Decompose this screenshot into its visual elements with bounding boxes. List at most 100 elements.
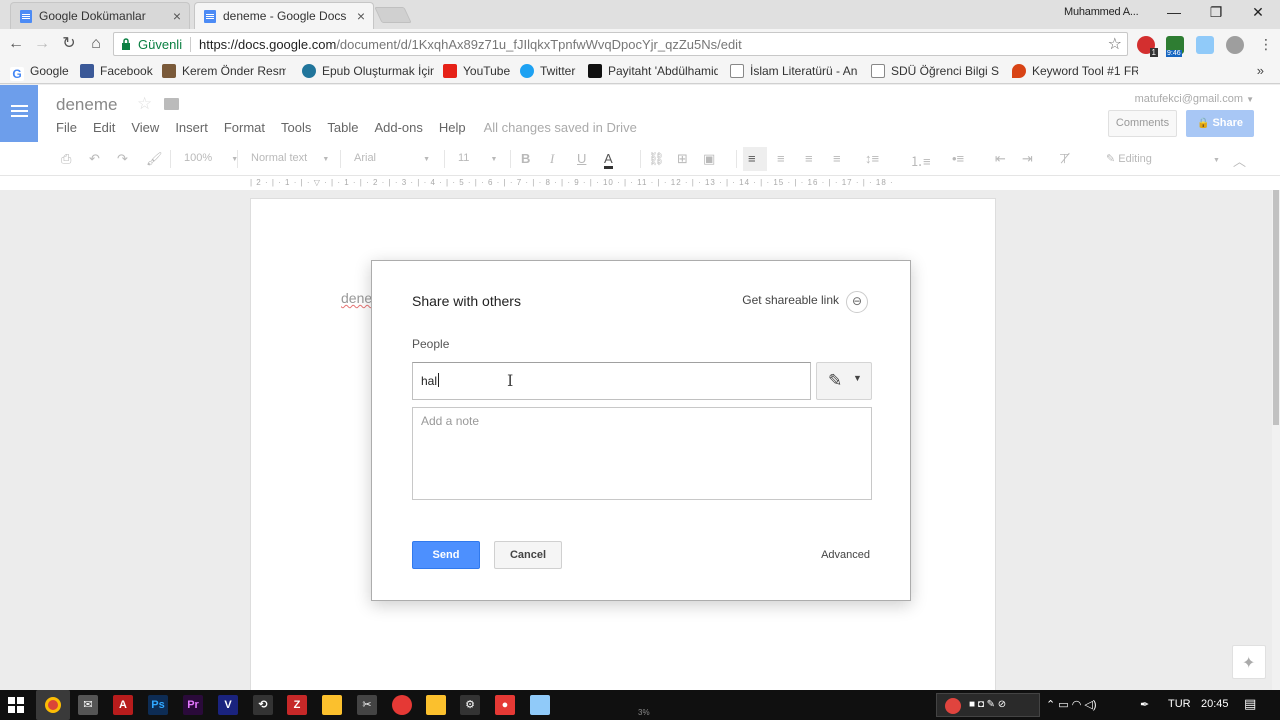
print-icon[interactable]: ⎙ [61, 151, 71, 167]
notifications-icon[interactable]: ▤ [1244, 696, 1256, 712]
bookmark-islam-literaturu[interactable]: İslam Literatürü - Ana [730, 64, 858, 78]
menu-edit[interactable]: Edit [93, 120, 115, 135]
collapse-toolbar-icon[interactable]: ︿ [1233, 151, 1246, 170]
send-button[interactable]: Send [412, 541, 480, 569]
tray-icons[interactable]: ⌃ ▭ ◠ ◁) [1046, 698, 1097, 711]
language-indicator[interactable]: TUR [1168, 698, 1191, 710]
align-left-icon[interactable]: ≡ [748, 151, 756, 166]
bookmark-google[interactable]: G Google [10, 64, 69, 81]
undo-icon[interactable]: ↶ [89, 151, 100, 167]
menu-format[interactable]: Format [224, 120, 265, 135]
url-text[interactable]: https://docs.google.com/document/d/1Kxqh… [199, 37, 742, 52]
clock[interactable]: 20:45 [1201, 698, 1229, 710]
ruler[interactable]: | 2 · | · 1 · | · ▽ · | · 1 · | · 2 · | … [250, 178, 996, 188]
restore-icon[interactable]: ❐ [1196, 4, 1236, 21]
minimize-icon[interactable]: — [1154, 4, 1194, 20]
menu-insert[interactable]: Insert [175, 120, 208, 135]
docs-home-button[interactable] [0, 85, 38, 142]
mail-icon[interactable]: ✉ [78, 695, 98, 715]
premiere-icon[interactable]: Pr [183, 695, 203, 715]
text-color-icon[interactable]: A [604, 151, 613, 169]
sticky-notes-icon[interactable] [322, 695, 342, 715]
menu-tools[interactable]: Tools [281, 120, 311, 135]
menu-file[interactable]: File [56, 120, 77, 135]
link-icon[interactable]: ⛓ [648, 151, 665, 167]
chrome-profile-name[interactable]: Muhammed A... [1064, 6, 1139, 18]
add-comment-icon[interactable]: ⊞ [677, 151, 688, 167]
app-icon[interactable] [392, 695, 412, 715]
app-icon[interactable]: ● [495, 695, 515, 715]
recorder-controls[interactable]: ■ ◘ ✎ ⊘ [936, 693, 1040, 717]
justify-icon[interactable]: ≡ [833, 151, 841, 166]
opera-extension-icon[interactable]: 1 [1137, 36, 1158, 57]
close-icon[interactable]: × [173, 3, 181, 30]
new-tab-button[interactable] [374, 7, 412, 23]
font-size-select[interactable]: 11 ▼ [458, 152, 497, 164]
share-button[interactable]: 🔒 Share [1186, 110, 1254, 137]
account-email[interactable]: matufekci@gmail.com ▼ [1135, 93, 1254, 105]
bold-icon[interactable]: B [521, 151, 530, 166]
cancel-button[interactable]: Cancel [494, 541, 562, 569]
style-select[interactable]: Normal text ▼ [251, 152, 329, 164]
decrease-indent-icon[interactable]: ⇤ [995, 151, 1006, 167]
bookmark-twitter[interactable]: Twitter [520, 64, 575, 78]
app-icon[interactable] [530, 695, 550, 715]
advanced-link[interactable]: Advanced [821, 549, 870, 561]
star-icon[interactable]: ☆ [137, 94, 152, 114]
clear-formatting-icon[interactable]: ⊤̸ [1059, 151, 1070, 167]
extension-icon[interactable] [1196, 36, 1214, 54]
insert-image-icon[interactable]: ▣ [703, 151, 715, 167]
paint-format-icon[interactable]: 🖌 [146, 151, 163, 167]
extension-icon[interactable] [1226, 36, 1244, 54]
document-title[interactable]: deneme [56, 95, 117, 115]
people-input[interactable] [412, 362, 811, 400]
record-pause-icon[interactable] [945, 698, 961, 714]
address-bar[interactable]: Güvenli https://docs.google.com/document… [113, 32, 1128, 56]
scrollbar-thumb[interactable] [1273, 190, 1279, 425]
bookmark-facebook[interactable]: Facebook [80, 64, 153, 78]
permission-dropdown[interactable]: ✎ ▼ [816, 362, 872, 400]
chevron-more-icon[interactable]: » [1257, 63, 1264, 78]
bulleted-list-icon[interactable]: •≡ [952, 151, 964, 166]
bookmark-kerem-onder[interactable]: Kerem Önder Resmi [162, 64, 286, 78]
file-explorer-icon[interactable] [426, 695, 446, 715]
note-textarea[interactable] [412, 407, 872, 500]
vertical-scrollbar[interactable] [1272, 190, 1280, 690]
line-spacing-icon[interactable]: ↕≡ [865, 151, 879, 166]
taskbar-chrome[interactable] [36, 690, 70, 720]
bookmark-payitaht[interactable]: Payitaht 'Abdülhamid [588, 64, 718, 78]
menu-help[interactable]: Help [439, 120, 466, 135]
filezilla-icon[interactable]: Z [287, 695, 307, 715]
save-status[interactable]: All changes saved in Drive [484, 120, 637, 135]
bookmark-star-icon[interactable]: ☆ [1108, 34, 1122, 54]
explore-button[interactable]: ✦ [1232, 645, 1266, 679]
increase-indent-icon[interactable]: ⇥ [1022, 151, 1033, 167]
back-icon[interactable]: ← [6, 34, 26, 54]
forward-icon[interactable]: → [32, 34, 52, 54]
acrobat-icon[interactable]: A [113, 695, 133, 715]
menu-table[interactable]: Table [327, 120, 358, 135]
app-icon[interactable]: ✂ [357, 695, 377, 715]
editing-mode-select[interactable]: ✎ Editing ▼ [1106, 152, 1220, 165]
pen-icon[interactable]: ✒ [1140, 698, 1149, 711]
app-icon[interactable]: ⚙ [460, 695, 480, 715]
visio-icon[interactable]: V [218, 695, 238, 715]
link-icon[interactable]: ⊖ [846, 291, 868, 313]
bookmark-keyword-tool[interactable]: Keyword Tool #1 FREE [1012, 64, 1138, 78]
chrome-menu-icon[interactable]: ⋮ [1256, 34, 1276, 54]
close-window-icon[interactable]: ✕ [1238, 4, 1278, 21]
menu-addons[interactable]: Add-ons [374, 120, 422, 135]
comments-button[interactable]: Comments [1108, 110, 1177, 137]
close-icon[interactable]: × [357, 3, 365, 30]
document-text[interactable]: dene [341, 290, 372, 306]
italic-icon[interactable]: I [550, 151, 554, 167]
align-right-icon[interactable]: ≡ [805, 151, 813, 166]
tab-google-dokumanlar[interactable]: Google Dokümanlar × [10, 2, 190, 29]
zoom-select[interactable]: 100% ▼ [184, 152, 238, 164]
windows-start-icon[interactable] [8, 697, 24, 713]
bookmark-youtube[interactable]: YouTube [443, 64, 510, 78]
tab-deneme[interactable]: deneme - Google Docs × [194, 2, 374, 29]
menu-view[interactable]: View [131, 120, 159, 135]
numbered-list-icon[interactable]: ⒈≡ [910, 151, 931, 170]
underline-icon[interactable]: U [577, 151, 586, 166]
